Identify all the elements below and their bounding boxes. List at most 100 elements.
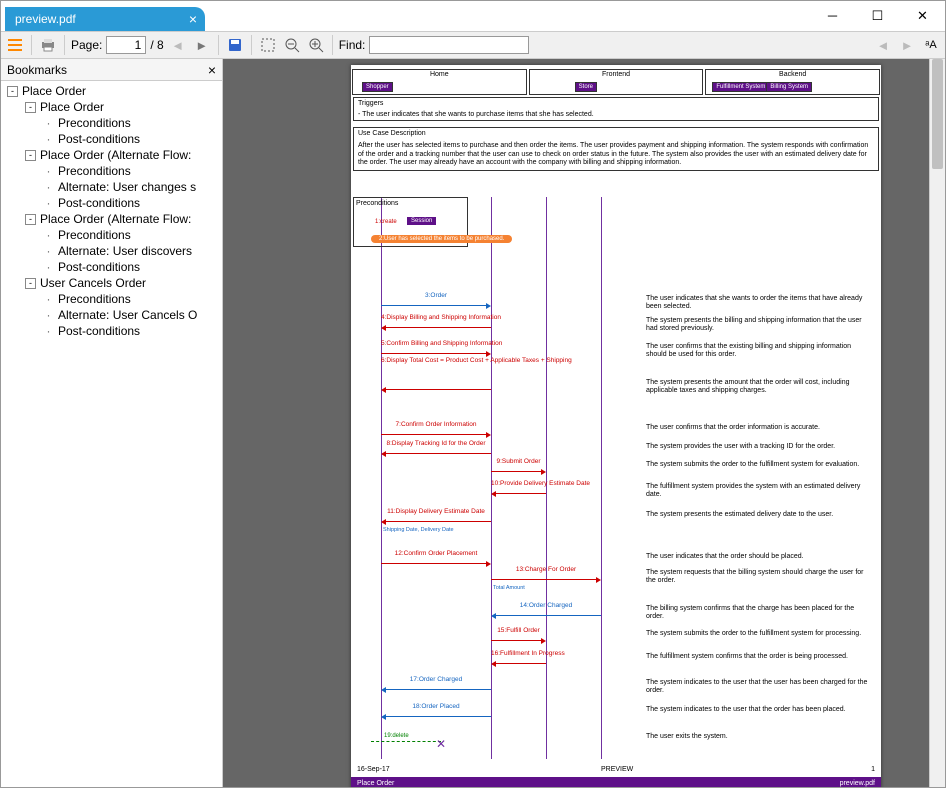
bookmark-item[interactable]: ·Alternate: User discovers <box>1 243 222 259</box>
sequence-description: The billing system confirms that the cha… <box>646 605 871 622</box>
close-button[interactable]: ✕ <box>900 1 945 31</box>
sequence-description: The system indicates to the user that th… <box>646 706 871 714</box>
sequence-arrow <box>491 636 546 645</box>
find-prev-icon[interactable]: ◄ <box>873 35 893 55</box>
bookmark-item[interactable]: ·Alternate: User changes s <box>1 179 222 195</box>
bookmark-item[interactable]: -Place Order <box>1 99 222 115</box>
sequence-label: 17:Order Charged <box>381 676 491 683</box>
page-total: / 8 <box>150 38 163 52</box>
bookmark-label: Post-conditions <box>58 324 140 338</box>
bookmark-item[interactable]: ·Post-conditions <box>1 323 222 339</box>
tree-leaf-icon: · <box>43 292 54 306</box>
tree-leaf-icon: · <box>43 308 54 322</box>
page-input[interactable] <box>106 36 146 54</box>
description-section: Use Case DescriptionAfter the user has s… <box>353 127 879 171</box>
tree-leaf-icon: · <box>43 244 54 258</box>
create-label: 1:create <box>375 219 397 225</box>
minimize-button[interactable]: ─ <box>810 1 855 31</box>
bookmark-item[interactable]: ·Preconditions <box>1 115 222 131</box>
sequence-label: 4:Display Billing and Shipping Informati… <box>381 314 491 321</box>
bookmark-label: Place Order (Alternate Flow: <box>40 212 191 226</box>
bookmark-label: Place Order <box>22 84 86 98</box>
bookmark-label: Place Order <box>40 100 104 114</box>
sub-label: Total Amount <box>493 585 525 591</box>
vertical-scrollbar[interactable] <box>929 59 945 787</box>
bookmark-item[interactable]: -Place Order (Alternate Flow: <box>1 147 222 163</box>
sequence-description: The system requests that the billing sys… <box>646 569 871 586</box>
bookmark-item[interactable]: · Alternate: User Cancels O <box>1 307 222 323</box>
sequence-description: The system presents the amount that the … <box>646 379 871 396</box>
maximize-button[interactable]: ☐ <box>855 1 900 31</box>
actor-box: Fulfillment System <box>712 82 769 92</box>
find-input[interactable] <box>369 36 529 54</box>
sequence-description: The system submits the order to the fulf… <box>646 461 871 469</box>
tree-toggle-icon[interactable]: - <box>25 150 36 161</box>
lifeline <box>601 197 602 759</box>
tree-leaf-icon: · <box>43 116 54 130</box>
scrollbar-thumb[interactable] <box>932 59 943 169</box>
tree-toggle-icon[interactable]: - <box>25 214 36 225</box>
sequence-description: The system presents the estimated delive… <box>646 511 871 519</box>
find-next-icon[interactable]: ► <box>897 35 917 55</box>
bookmark-label: Preconditions <box>58 292 131 306</box>
bookmark-item[interactable]: ·Post-conditions <box>1 195 222 211</box>
bookmark-item[interactable]: -Place Order <box>1 83 222 99</box>
zoom-in-icon[interactable] <box>306 35 326 55</box>
bookmarks-sidebar: Bookmarks × -Place Order-Place Order·Pre… <box>1 59 223 787</box>
tree-leaf-icon: · <box>43 164 54 178</box>
save-icon[interactable] <box>225 35 245 55</box>
bookmark-label: Preconditions <box>58 228 131 242</box>
tree-toggle-icon[interactable]: - <box>25 278 36 289</box>
sequence-arrow <box>381 301 491 310</box>
bookmark-item[interactable]: ·Preconditions <box>1 227 222 243</box>
sequence-label: 12:Confirm Order Placement <box>381 550 491 557</box>
zoom-out-icon[interactable] <box>282 35 302 55</box>
sequence-label: 3:Order <box>381 292 491 299</box>
tree-leaf-icon: · <box>43 196 54 210</box>
sequence-arrow <box>381 712 491 721</box>
triggers-section: Triggers- The user indicates that she wa… <box>353 97 879 121</box>
fit-page-icon[interactable] <box>258 35 278 55</box>
print-icon[interactable] <box>38 35 58 55</box>
bookmark-label: Alternate: User Cancels O <box>58 308 197 322</box>
tree-toggle-icon[interactable]: - <box>25 102 36 113</box>
bookmark-item[interactable]: · Preconditions <box>1 291 222 307</box>
next-page-icon[interactable]: ► <box>192 35 212 55</box>
tree-toggle-icon[interactable]: - <box>7 86 18 97</box>
lifeline <box>491 197 492 759</box>
sequence-arrow <box>381 449 491 458</box>
sidebar-header: Bookmarks × <box>1 59 222 81</box>
bookmark-item[interactable]: · Post-conditions <box>1 259 222 275</box>
bookmark-label: Preconditions <box>58 164 131 178</box>
tab-close-icon[interactable]: × <box>189 11 197 27</box>
sidebar-title: Bookmarks <box>7 63 67 77</box>
sequence-label: 16:Fulfillment In Progress <box>491 650 546 657</box>
sequence-arrow <box>491 611 601 620</box>
bookmark-item[interactable]: -Place Order (Alternate Flow: <box>1 211 222 227</box>
prev-page-icon[interactable]: ◄ <box>168 35 188 55</box>
sequence-description: The fulfillment system provides the syst… <box>646 483 871 500</box>
footer-right: preview.pdf <box>840 780 875 787</box>
match-case-icon[interactable]: ᵃA <box>921 35 941 55</box>
sequence-description: The user confirms that the order informa… <box>646 424 871 432</box>
tree-leaf-icon: · <box>43 180 54 194</box>
sequence-arrow <box>491 659 546 668</box>
sequence-description: The fulfillment system confirms that the… <box>646 653 871 661</box>
sidebar-toggle-icon[interactable] <box>5 35 25 55</box>
sub-label: Shipping Date, Delivery Date <box>383 527 454 533</box>
bookmark-item[interactable]: · Preconditions <box>1 163 222 179</box>
actor-box: Store <box>575 82 597 92</box>
sequence-label: 5:Confirm Billing and Shipping Informati… <box>381 340 491 347</box>
session-box: Session <box>407 217 436 225</box>
sequence-description: The system provides the user with a trac… <box>646 443 871 451</box>
bookmark-tree: -Place Order-Place Order·Preconditions·P… <box>1 81 222 787</box>
bookmark-item[interactable]: ·Post-conditions <box>1 131 222 147</box>
sequence-label: 6:Display Total Cost = Product Cost + Ap… <box>381 357 491 364</box>
lifeline-end-icon: ✕ <box>436 737 446 751</box>
document-tab[interactable]: preview.pdf × <box>5 7 205 31</box>
sequence-description: The system presents the billing and ship… <box>646 317 871 334</box>
sidebar-close-icon[interactable]: × <box>208 62 216 78</box>
tree-leaf-icon: · <box>43 260 54 274</box>
bookmark-label: Post-conditions <box>58 260 140 274</box>
bookmark-item[interactable]: -User Cancels Order <box>1 275 222 291</box>
